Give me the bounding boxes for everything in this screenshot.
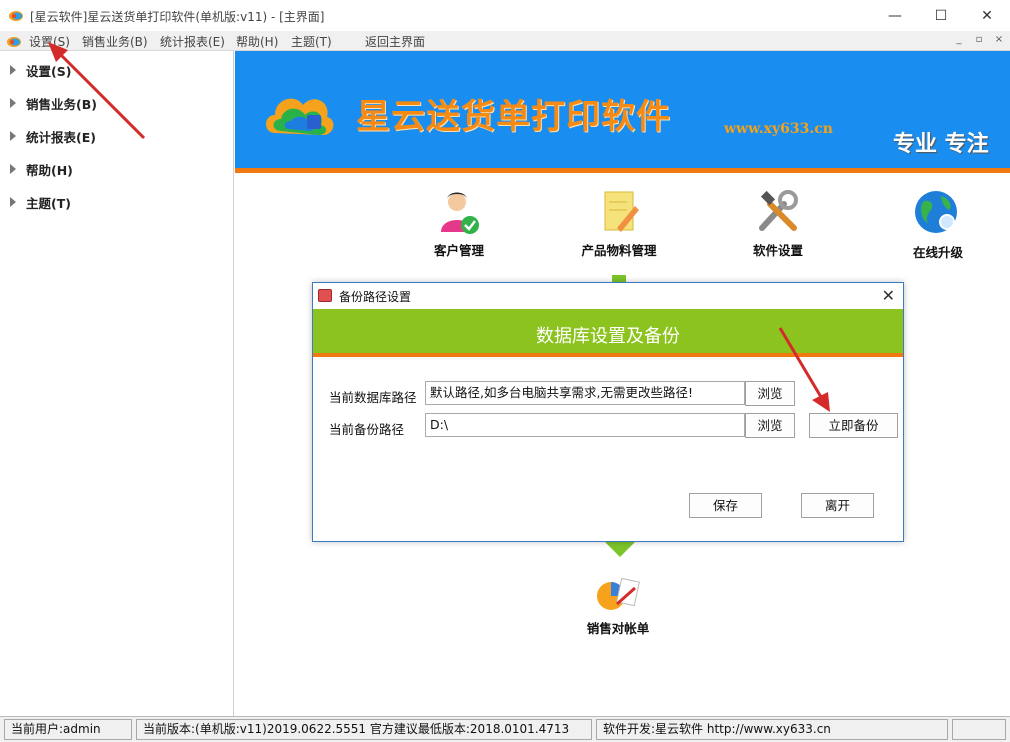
expand-arrow-icon — [10, 164, 16, 174]
tools-icon — [759, 190, 798, 231]
expand-arrow-icon — [10, 131, 16, 141]
mdi-restore-button[interactable]: ▫ — [972, 34, 986, 47]
customer-management-label: 客户管理 — [433, 243, 484, 258]
software-settings-label: 软件设置 — [752, 243, 803, 258]
customer-management-button[interactable]: 客户管理 — [425, 188, 493, 259]
sidebar: 设置(S) 销售业务(B) 统计报表(E) 帮助(H) 主题(T) — [0, 51, 234, 716]
backup-path-label: 当前备份路径 — [329, 422, 405, 437]
cloud-logo-icon — [266, 98, 334, 135]
window-title: [星云软件]星云送货单打印软件(单机版:v11) - [主界面] — [30, 10, 325, 24]
banner: 星云送货单打印软件 www.xy633.cn 专业 专注 — [235, 51, 1010, 173]
sales-statement-button[interactable]: 销售对帐单 — [577, 574, 659, 637]
expand-arrow-icon — [10, 197, 16, 207]
app-logo-icon — [7, 37, 21, 47]
leave-button[interactable]: 离开 — [801, 493, 874, 518]
annotation-arrow-icon — [778, 327, 830, 412]
notepad-icon — [604, 191, 639, 232]
sidebar-item-help[interactable]: 帮助(H) — [10, 159, 73, 179]
software-settings-button[interactable]: 软件设置 — [747, 188, 809, 259]
product-management-button[interactable]: 产品物料管理 — [573, 188, 665, 259]
maximize-button[interactable]: ☐ — [918, 0, 964, 31]
menu-theme[interactable]: 主题(T) — [291, 33, 332, 50]
status-current-user: 当前用户:admin — [4, 719, 132, 740]
minimize-button[interactable]: — — [872, 0, 918, 31]
flow-arrow-icon — [605, 542, 635, 557]
online-upgrade-button[interactable]: 在线升级 — [907, 188, 969, 261]
status-developer: 软件开发:星云软件 http://www.xy633.cn — [596, 719, 948, 740]
close-button[interactable]: ✕ — [964, 0, 1010, 31]
dialog-title: 备份路径设置 — [339, 290, 412, 304]
sidebar-item-theme[interactable]: 主题(T) — [10, 192, 71, 212]
dialog-title-bar: 备份路径设置 ✕ — [313, 283, 903, 309]
backup-now-button[interactable]: 立即备份 — [809, 413, 898, 438]
customer-icon — [441, 192, 479, 234]
dialog-app-icon — [318, 289, 332, 302]
menu-return-home[interactable]: 返回主界面 — [365, 33, 425, 50]
statement-icon — [597, 577, 640, 610]
backup-path-field[interactable]: D:\ — [425, 413, 745, 437]
sidebar-item-label: 主题(T) — [26, 195, 71, 211]
product-management-label: 产品物料管理 — [581, 243, 657, 258]
status-empty-cell — [952, 719, 1006, 740]
status-version: 当前版本:(单机版:v11)2019.0622.5551 官方建议最低版本:20… — [136, 719, 592, 740]
db-path-label: 当前数据库路径 — [329, 390, 417, 405]
annotation-arrow-icon — [48, 42, 146, 140]
save-button[interactable]: 保存 — [689, 493, 762, 518]
sales-statement-label: 销售对帐单 — [586, 621, 650, 636]
mdi-close-button[interactable]: × — [992, 34, 1006, 47]
title-bar: [星云软件]星云送货单打印软件(单机版:v11) - [主界面] — ☐ ✕ — [0, 0, 1010, 31]
menu-reports[interactable]: 统计报表(E) — [160, 33, 225, 50]
app-logo-icon — [9, 11, 23, 21]
banner-url: www.xy633.cn — [724, 121, 833, 137]
sidebar-item-label: 帮助(H) — [26, 162, 73, 178]
menu-bar: 设置(S) 销售业务(B) 统计报表(E) 帮助(H) 主题(T) 返回主界面 … — [0, 31, 1010, 51]
expand-arrow-icon — [10, 65, 16, 75]
backup-browse-button[interactable]: 浏览 — [745, 413, 795, 438]
mdi-minimize-button[interactable]: _ — [952, 34, 966, 47]
dialog-close-button[interactable]: ✕ — [882, 286, 895, 305]
menu-help[interactable]: 帮助(H) — [236, 33, 278, 50]
db-path-field[interactable]: 默认路径,如多台电脑共享需求,无需更改些路径! — [425, 381, 745, 405]
globe-icon — [915, 191, 961, 236]
banner-slogan: 专业 专注 — [893, 132, 989, 157]
online-upgrade-label: 在线升级 — [912, 245, 963, 260]
status-bar: 当前用户:admin 当前版本:(单机版:v11)2019.0622.5551 … — [0, 716, 1010, 742]
banner-title: 星云送货单打印软件 — [356, 97, 671, 137]
expand-arrow-icon — [10, 98, 16, 108]
